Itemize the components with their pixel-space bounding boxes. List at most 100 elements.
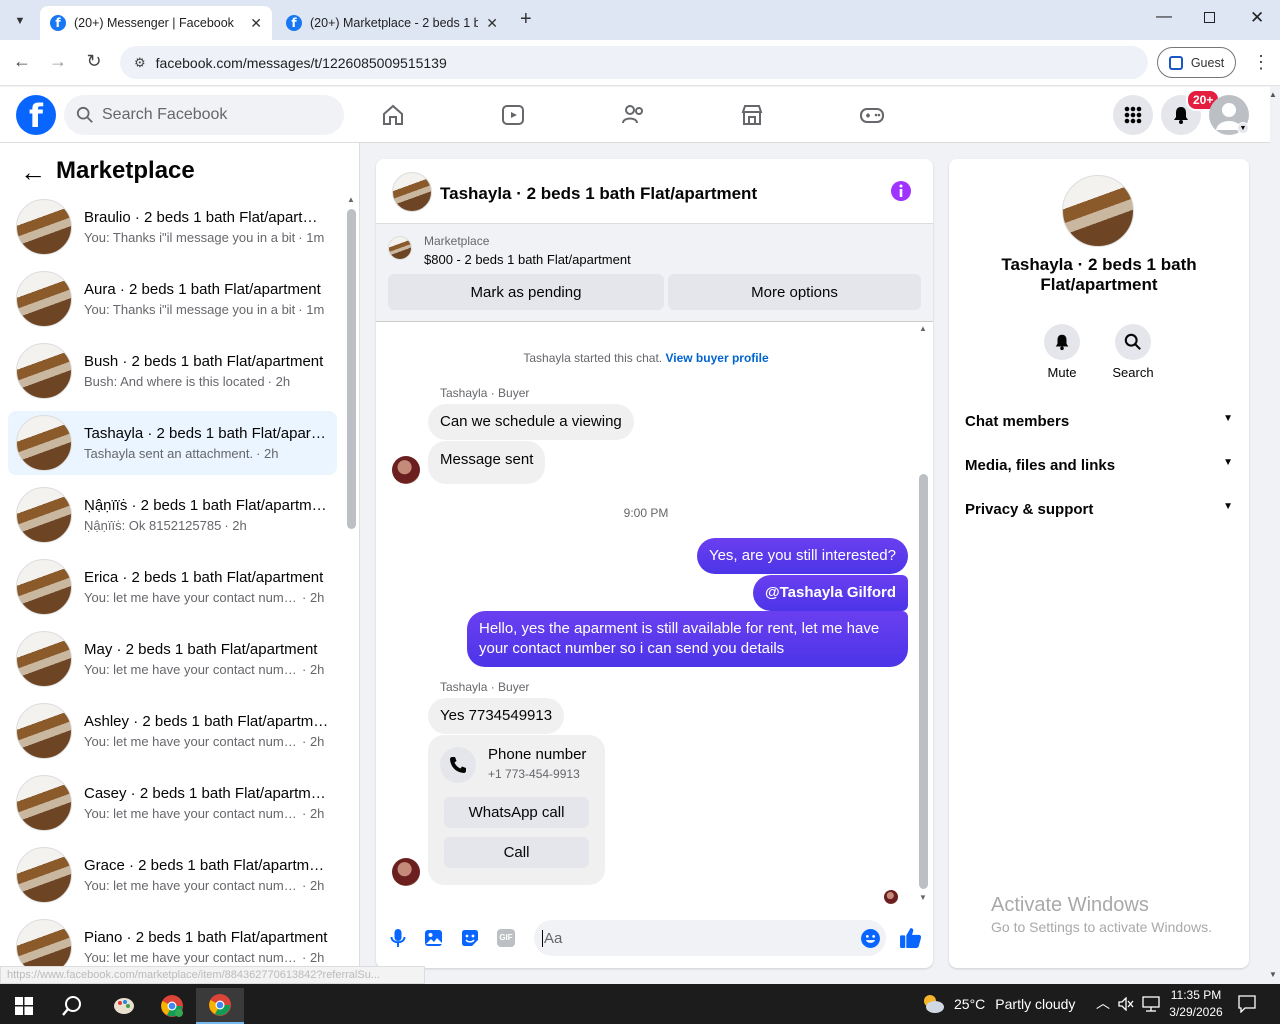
- emoji-icon[interactable]: [860, 928, 881, 949]
- tab-marketplace[interactable]: f (20+) Marketplace - 2 beds 1 bath ✕: [276, 6, 508, 40]
- friends-icon[interactable]: [620, 102, 646, 128]
- conversation-item[interactable]: May · 2 beds 1 bath Flat/apartment You: l…: [8, 627, 337, 691]
- browser-menu-icon[interactable]: ⋮: [1252, 52, 1270, 73]
- mute-button[interactable]: [1044, 324, 1080, 360]
- network-icon[interactable]: [1142, 996, 1160, 1012]
- call-button[interactable]: Call: [444, 837, 589, 868]
- chat-scroll-down-icon[interactable]: ▼: [919, 893, 927, 902]
- page-scroll-up-icon[interactable]: ▲: [1269, 90, 1277, 99]
- message-bubble-outgoing[interactable]: Yes, are you still interested?: [696, 538, 908, 574]
- conversation-item[interactable]: Ṇậṇïïṡ · 2 beds 1 bath Flat/apartment Ṇậṇ…: [8, 483, 337, 547]
- chat-title[interactable]: Tashayla · 2 beds 1 bath Flat/apartment: [440, 184, 757, 204]
- info-icon[interactable]: [890, 180, 912, 202]
- listing-thumbnail[interactable]: [388, 236, 412, 260]
- site-info-icon[interactable]: ⚙: [134, 55, 146, 71]
- chat-scroll-up-icon[interactable]: ▲: [919, 324, 927, 333]
- search-conversation-button[interactable]: [1115, 324, 1151, 360]
- marketplace-icon[interactable]: [739, 102, 765, 128]
- tab-messenger[interactable]: f (20+) Messenger | Facebook ✕: [40, 6, 272, 40]
- profile-guest-button[interactable]: Guest: [1157, 47, 1236, 78]
- view-buyer-profile-link[interactable]: View buyer profile: [665, 351, 768, 365]
- conversation-item[interactable]: Grace · 2 beds 1 bath Flat/apartment You:…: [8, 843, 337, 907]
- taskbar-chrome-icon[interactable]: [196, 988, 244, 1024]
- conversation-item[interactable]: Bush · 2 beds 1 bath Flat/apartment Bush:…: [8, 339, 337, 403]
- sender-avatar[interactable]: [392, 456, 420, 484]
- conversation-item[interactable]: Ashley · 2 beds 1 bath Flat/apartment You…: [8, 699, 337, 763]
- whatsapp-call-button[interactable]: WhatsApp call: [444, 797, 589, 828]
- like-thumb-icon[interactable]: [899, 926, 922, 949]
- message-bubble-incoming[interactable]: Message sent: [428, 441, 546, 484]
- new-tab-button[interactable]: +: [520, 8, 532, 31]
- activate-windows-title: Activate Windows: [991, 894, 1149, 916]
- conversation-preview: You: let me have your contact number: [84, 806, 299, 821]
- forward-icon[interactable]: →: [46, 51, 70, 72]
- chat-scrollbar[interactable]: [919, 474, 928, 889]
- more-options-button[interactable]: More options: [668, 274, 921, 310]
- listing-thumbnail: [16, 199, 72, 255]
- taskbar-search-button[interactable]: [48, 988, 96, 1024]
- menu-grid-button[interactable]: [1113, 95, 1153, 135]
- message-bubble-outgoing[interactable]: Hello, yes the aparment is still availab…: [467, 611, 908, 667]
- privacy-support-section[interactable]: Privacy & support ▼: [965, 501, 1233, 518]
- photo-icon[interactable]: [424, 928, 444, 948]
- windows-start-button[interactable]: [0, 988, 48, 1024]
- taskbar-chrome-profile-icon[interactable]: [148, 988, 196, 1024]
- taskbar-app-paint-icon[interactable]: [100, 988, 148, 1024]
- conversation-item[interactable]: Aura · 2 beds 1 bath Flat/apartment You: …: [8, 267, 337, 331]
- address-bar[interactable]: ⚙ facebook.com/messages/t/12260850095151…: [120, 46, 1148, 79]
- sidebar-scroll-up-icon[interactable]: ▲: [347, 195, 355, 204]
- facebook-search-input[interactable]: Search Facebook: [64, 95, 344, 135]
- restore-window-button[interactable]: [1204, 12, 1215, 23]
- gif-button[interactable]: GIF: [497, 929, 515, 947]
- back-icon[interactable]: ←: [10, 51, 34, 72]
- grid-icon: [1124, 106, 1142, 124]
- close-tab-icon[interactable]: ✕: [250, 15, 262, 32]
- reload-icon[interactable]: ↻: [82, 51, 106, 72]
- search-icon: [62, 996, 81, 1016]
- message-input[interactable]: Aa: [534, 920, 886, 956]
- video-icon[interactable]: [500, 102, 526, 128]
- page-scroll-down-icon[interactable]: ▼: [1269, 970, 1277, 979]
- conversation-item[interactable]: Braulio · 2 beds 1 bath Flat/apartment Yo…: [8, 195, 337, 259]
- conversation-item[interactable]: Tashayla · 2 beds 1 bath Flat/apartment T…: [8, 411, 337, 475]
- section-label: Chat members: [965, 413, 1070, 430]
- minimize-window-button[interactable]: —: [1156, 8, 1172, 26]
- sidebar-scrollbar[interactable]: [347, 209, 356, 529]
- conversation-name: Erica · 2 beds 1 bath Flat/apartment: [84, 569, 324, 586]
- weather-widget[interactable]: 25°C Partly cloudy: [920, 992, 1075, 1016]
- conversation-preview: You: let me have your contact number: [84, 734, 299, 749]
- account-chevron-icon[interactable]: ▼: [1237, 122, 1249, 134]
- listing-thumbnail: [16, 343, 72, 399]
- chat-members-section[interactable]: Chat members ▼: [965, 413, 1233, 430]
- gaming-icon[interactable]: [859, 102, 885, 128]
- back-arrow-icon[interactable]: ←: [20, 157, 46, 188]
- sidebar-title: Marketplace: [56, 157, 195, 184]
- home-icon[interactable]: [380, 102, 406, 128]
- media-files-links-section[interactable]: Media, files and links ▼: [965, 457, 1233, 474]
- conversation-item[interactable]: Erica · 2 beds 1 bath Flat/apartment You:…: [8, 555, 337, 619]
- conversation-name: Bush · 2 beds 1 bath Flat/apartment: [84, 353, 324, 370]
- tab-search-button[interactable]: ▼: [8, 9, 32, 33]
- show-hidden-icons-button[interactable]: ︿: [1096, 993, 1110, 1013]
- sticker-icon[interactable]: [460, 928, 480, 948]
- conversation-item[interactable]: Casey · 2 beds 1 bath Flat/apartment You:…: [8, 771, 337, 835]
- sender-label: Tashayla · Buyer: [440, 680, 530, 694]
- volume-icon[interactable]: [1118, 997, 1134, 1011]
- facebook-logo-icon[interactable]: f: [16, 95, 56, 135]
- listing-title[interactable]: $800 - 2 beds 1 bath Flat/apartment: [424, 252, 631, 267]
- activate-windows-subtitle: Go to Settings to activate Windows.: [991, 919, 1212, 935]
- mark-as-pending-button[interactable]: Mark as pending: [388, 274, 664, 310]
- message-bubble-incoming[interactable]: Yes 7734549913: [428, 698, 565, 734]
- taskbar-clock[interactable]: 11:35 PM 3/29/2026: [1166, 987, 1226, 1021]
- conversation-text: Erica · 2 beds 1 bath Flat/apartment You:…: [84, 569, 329, 605]
- close-window-button[interactable]: ✕: [1250, 8, 1264, 28]
- chat-header-thumbnail[interactable]: [392, 172, 432, 212]
- notification-center-icon[interactable]: [1238, 995, 1256, 1013]
- close-tab-icon[interactable]: ✕: [486, 15, 498, 32]
- url-text: facebook.com/messages/t/1226085009515139: [155, 54, 447, 71]
- message-bubble-outgoing-mention[interactable]: @Tashayla Gilford: [752, 575, 908, 611]
- details-thumbnail[interactable]: [1062, 175, 1134, 247]
- sender-avatar[interactable]: [392, 858, 420, 886]
- microphone-icon[interactable]: [388, 928, 408, 948]
- message-bubble-incoming[interactable]: Can we schedule a viewing: [428, 404, 634, 440]
